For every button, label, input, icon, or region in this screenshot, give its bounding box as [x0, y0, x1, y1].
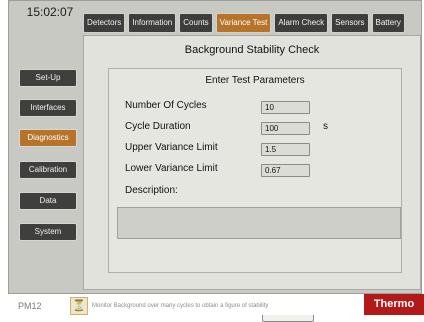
sidebar-item-diagnostics[interactable]: Diagnostics [19, 129, 77, 147]
param-label-upper-variance-limit: Upper Variance Limit [125, 142, 218, 153]
cycle-duration-field[interactable]: 100 [261, 122, 310, 135]
tab-alarm-check[interactable]: Alarm Check [274, 13, 329, 33]
tab-battery[interactable]: Battery [371, 13, 405, 33]
clock-readout: 15:02:07 [26, 5, 74, 19]
hourglass-icon: ⏳ [70, 297, 88, 315]
number-of-cycles-field[interactable]: 10 [261, 101, 310, 114]
cycle-duration-unit: s [323, 121, 328, 132]
status-message: Monitor Background over many cycles to o… [92, 303, 269, 309]
page-title: Background Stability Check [184, 44, 320, 56]
sidebar-item-set-up[interactable]: Set-Up [19, 69, 77, 87]
tab-counts[interactable]: Counts [179, 13, 213, 33]
tab-bar: Detectors Information Counts Variance Te… [83, 13, 405, 33]
lower-variance-limit-field[interactable]: 0.67 [261, 164, 310, 177]
tab-information[interactable]: Information [128, 13, 177, 33]
tab-sensors[interactable]: Sensors [331, 13, 369, 33]
tab-variance-test[interactable]: Variance Test [215, 13, 272, 33]
sidebar-item-interfaces[interactable]: Interfaces [19, 99, 77, 117]
param-label-lower-variance-limit: Lower Variance Limit [125, 163, 218, 174]
main-panel: Background Stability Check Enter Test Pa… [83, 35, 421, 322]
sidebar-item-data[interactable]: Data [19, 192, 77, 210]
description-field[interactable] [117, 207, 401, 239]
tab-detectors[interactable]: Detectors [83, 13, 126, 33]
param-label-number-of-cycles: Number Of Cycles [125, 100, 207, 111]
status-footer: PM12 ⏳ Monitor Background over many cycl… [0, 295, 424, 315]
instrument-screen: 15:02:07 Detectors Information Counts Va… [8, 0, 422, 322]
parameters-heading: Enter Test Parameters [205, 75, 305, 86]
model-label: PM12 [18, 301, 42, 311]
sidebar-item-calibration[interactable]: Calibration [19, 161, 77, 179]
test-parameters-box: Enter Test Parameters Number Of Cycles 1… [108, 68, 402, 273]
sidebar-item-system[interactable]: System [19, 223, 77, 241]
description-label: Description: [125, 185, 178, 196]
brand-logo: Thermo [364, 294, 424, 315]
param-label-cycle-duration: Cycle Duration [125, 121, 191, 132]
upper-variance-limit-field[interactable]: 1.5 [261, 143, 310, 156]
